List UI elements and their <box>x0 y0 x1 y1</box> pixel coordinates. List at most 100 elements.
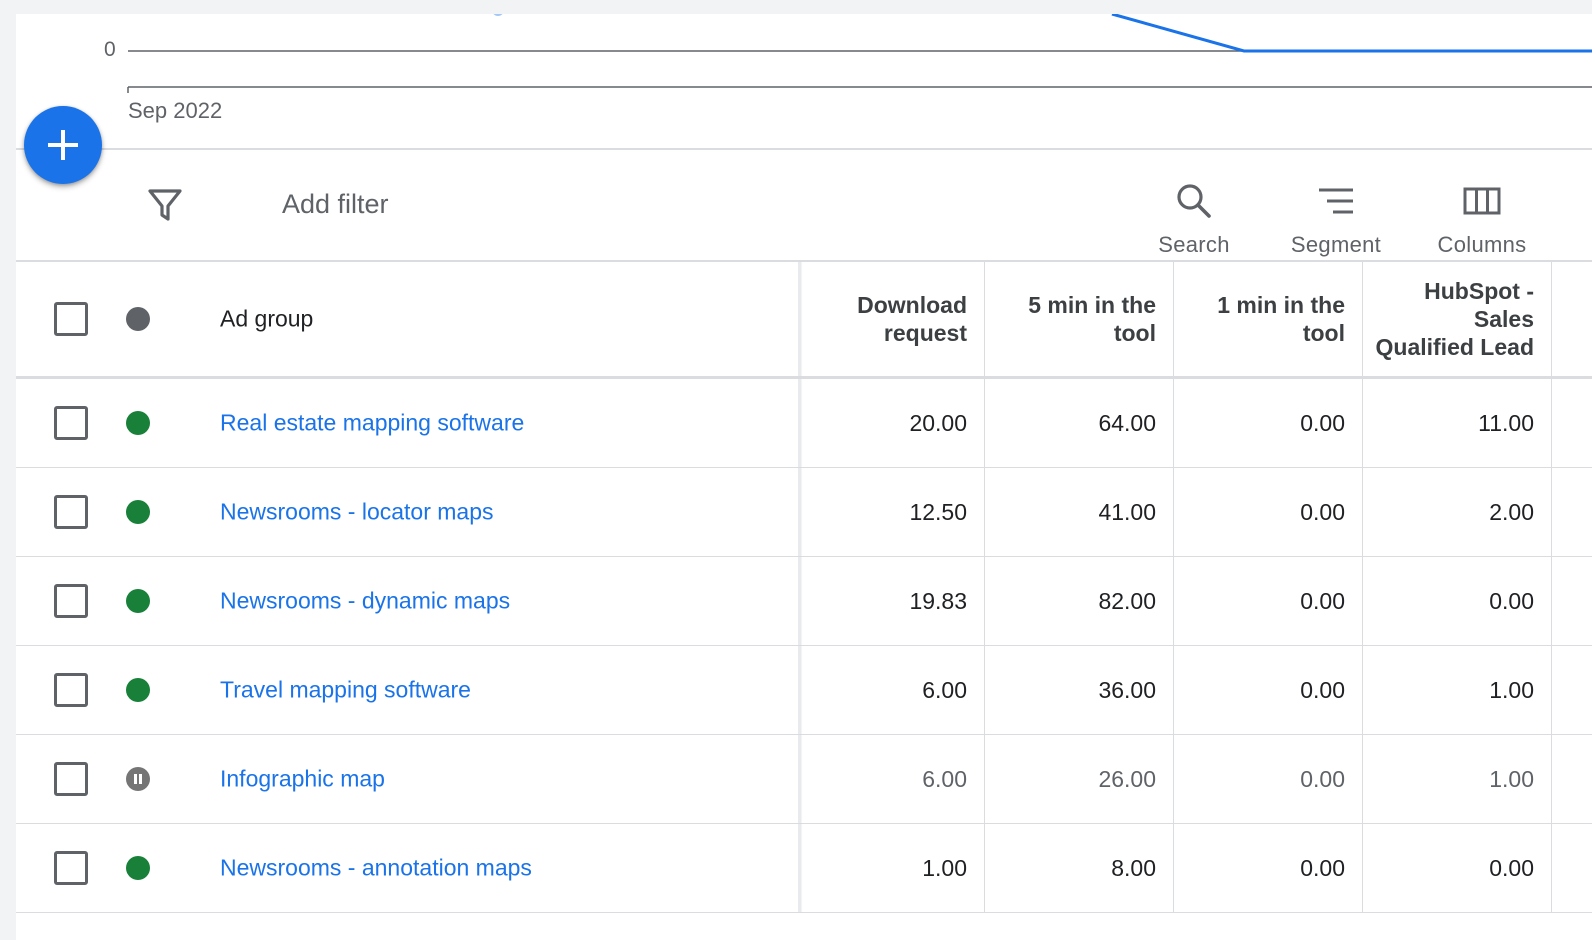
performance-chart: 0 Sep 2022 <box>16 14 1592 150</box>
create-fab-button[interactable] <box>24 106 102 184</box>
columns-button[interactable]: Columns <box>1422 168 1542 257</box>
row-status-cell <box>126 824 150 912</box>
five-min-in-tool-value: 26.00 <box>1098 765 1156 792</box>
ad-group-link[interactable]: Travel mapping software <box>220 677 471 704</box>
header-download-request-line2: request <box>883 320 967 346</box>
download-request-value: 19.83 <box>909 587 967 614</box>
table-row: Newsrooms - annotation maps 1.00 8.00 0.… <box>16 824 1592 913</box>
chart-series-line <box>1111 14 1592 53</box>
column-separator <box>1551 557 1552 645</box>
hubspot-sql-value: 1.00 <box>1489 765 1534 792</box>
header-hubspot-line1: HubSpot - <box>1424 278 1534 304</box>
header-download-request[interactable]: Download request <box>801 262 967 376</box>
row-ad-group-cell: Newsrooms - locator maps <box>220 468 800 556</box>
enabled-status-icon <box>126 678 150 702</box>
row-checkbox-cell <box>54 379 88 467</box>
row-status-cell <box>126 379 150 467</box>
header-five-min-in-tool[interactable]: 5 min in the tool <box>985 262 1156 376</box>
five-min-in-tool-value: 64.00 <box>1098 409 1156 436</box>
filter-funnel-icon[interactable] <box>146 186 184 224</box>
table-row: Newsrooms - dynamic maps 19.83 82.00 0.0… <box>16 557 1592 646</box>
ad-groups-table: Ad group Download request 5 min in the t… <box>16 262 1592 913</box>
ad-group-link[interactable]: Infographic map <box>220 766 385 793</box>
five-min-in-tool-value: 41.00 <box>1098 498 1156 525</box>
header-hubspot-line2: Sales <box>1473 306 1534 332</box>
header-five-min-line1: 5 min in the <box>1028 292 1156 318</box>
header-five-min-line2: tool <box>1113 320 1156 346</box>
row-checkbox[interactable] <box>54 495 88 529</box>
segment-button[interactable]: Segment <box>1276 168 1396 257</box>
row-ad-group-cell: Real estate mapping software <box>220 379 800 467</box>
hubspot-sql-value: 0.00 <box>1489 854 1534 881</box>
header-one-min-line2: tool <box>1302 320 1345 346</box>
row-checkbox[interactable] <box>54 673 88 707</box>
one-min-in-tool-value: 0.00 <box>1300 587 1345 614</box>
header-hubspot-sql[interactable]: HubSpot - Sales Qualified Lead <box>1363 262 1534 376</box>
segment-icon <box>1319 188 1353 214</box>
table-toolbar: Add filter Search Segment Columns <box>16 150 1592 260</box>
hubspot-sql-value: 11.00 <box>1478 409 1534 436</box>
download-request-value: 20.00 <box>909 409 967 436</box>
column-separator <box>1551 262 1552 376</box>
row-checkbox-cell <box>54 557 88 645</box>
columns-label: Columns <box>1437 232 1527 257</box>
ad-group-link[interactable]: Newsrooms - dynamic maps <box>220 588 510 615</box>
one-min-in-tool-value: 0.00 <box>1300 765 1345 792</box>
row-ad-group-cell: Infographic map <box>220 735 800 823</box>
header-download-request-line1: Download <box>857 292 967 318</box>
chart-series-point <box>493 14 503 16</box>
row-checkbox[interactable] <box>54 406 88 440</box>
row-status-cell <box>126 557 150 645</box>
header-checkbox-cell <box>54 262 88 376</box>
ad-group-link[interactable]: Newsrooms - annotation maps <box>220 855 532 882</box>
plus-icon <box>48 130 78 160</box>
ad-group-link[interactable]: Newsrooms - locator maps <box>220 499 494 526</box>
hubspot-sql-value: 0.00 <box>1489 587 1534 614</box>
column-separator <box>1551 735 1552 823</box>
column-separator <box>1551 468 1552 556</box>
segment-label: Segment <box>1290 232 1382 257</box>
enabled-status-icon <box>126 589 150 613</box>
table-header-row: Ad group Download request 5 min in the t… <box>16 262 1592 379</box>
table-row: Travel mapping software 6.00 36.00 0.00 … <box>16 646 1592 735</box>
one-min-in-tool-value: 0.00 <box>1300 409 1345 436</box>
status-header-icon[interactable] <box>126 307 150 331</box>
five-min-in-tool-value: 8.00 <box>1111 854 1156 881</box>
row-status-cell <box>126 468 150 556</box>
select-all-checkbox[interactable] <box>54 302 88 336</box>
hubspot-sql-value: 1.00 <box>1489 676 1534 703</box>
row-checkbox[interactable] <box>54 762 88 796</box>
column-separator <box>1551 824 1552 912</box>
add-filter-button[interactable]: Add filter <box>282 189 389 220</box>
one-min-in-tool-value: 0.00 <box>1300 498 1345 525</box>
header-status-cell <box>126 262 150 376</box>
table-row: Real estate mapping software 20.00 64.00… <box>16 379 1592 468</box>
five-min-in-tool-value: 82.00 <box>1098 587 1156 614</box>
enabled-status-icon <box>126 500 150 524</box>
five-min-in-tool-value: 36.00 <box>1098 676 1156 703</box>
paused-status-icon <box>126 767 150 791</box>
columns-icon <box>1463 187 1501 215</box>
header-one-min-in-tool[interactable]: 1 min in the tool <box>1174 262 1345 376</box>
header-ad-group-label: Ad group <box>220 305 314 332</box>
one-min-in-tool-value: 0.00 <box>1300 676 1345 703</box>
header-ad-group-cell[interactable]: Ad group <box>220 262 800 376</box>
page: 0 Sep 2022 Add filter Search Segment Col… <box>0 0 1592 940</box>
download-request-value: 6.00 <box>922 765 967 792</box>
row-status-cell <box>126 735 150 823</box>
search-button[interactable]: Search <box>1134 168 1254 257</box>
search-label: Search <box>1158 232 1230 257</box>
row-checkbox[interactable] <box>54 851 88 885</box>
ad-group-link[interactable]: Real estate mapping software <box>220 410 524 437</box>
row-ad-group-cell: Travel mapping software <box>220 646 800 734</box>
enabled-status-icon <box>126 411 150 435</box>
table-body: Real estate mapping software 20.00 64.00… <box>16 379 1592 913</box>
enabled-status-icon <box>126 856 150 880</box>
column-separator <box>1551 646 1552 734</box>
header-one-min-line1: 1 min in the <box>1217 292 1345 318</box>
row-checkbox[interactable] <box>54 584 88 618</box>
column-separator <box>1551 379 1552 467</box>
row-ad-group-cell: Newsrooms - annotation maps <box>220 824 800 912</box>
header-hubspot-line3: Qualified Lead <box>1375 334 1534 360</box>
row-checkbox-cell <box>54 646 88 734</box>
